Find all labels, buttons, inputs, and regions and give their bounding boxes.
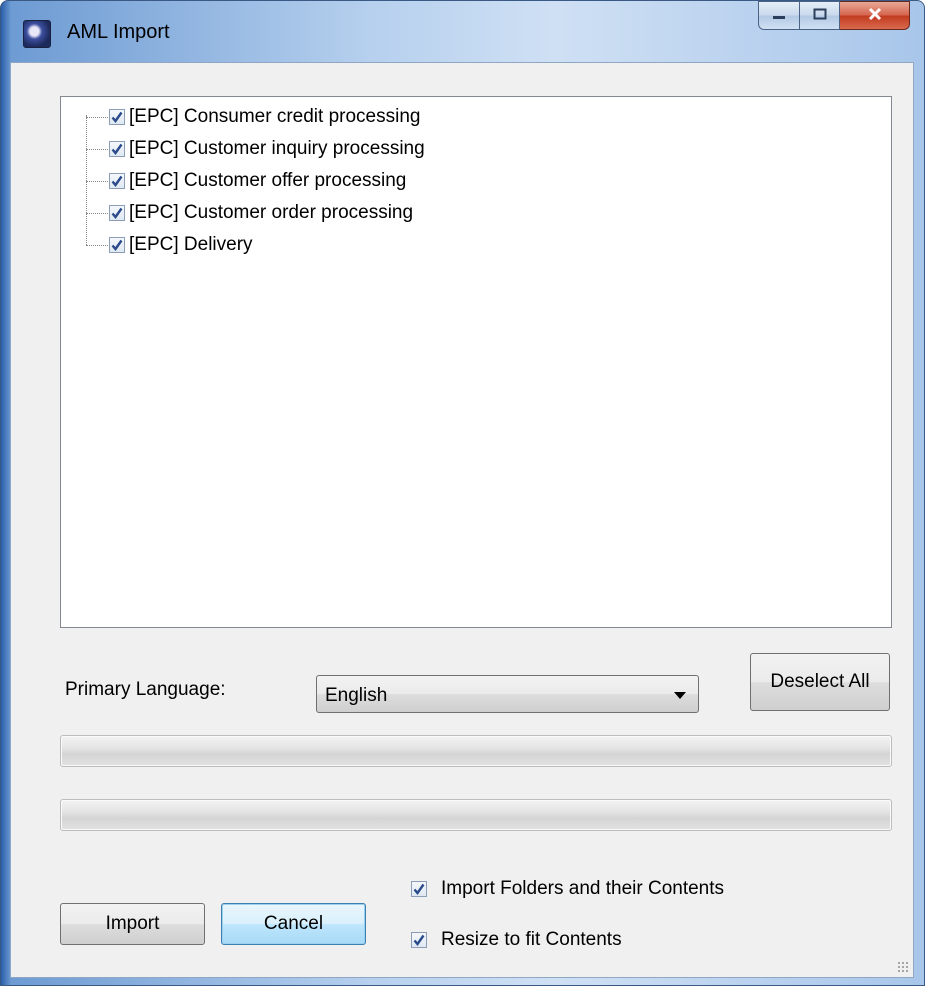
maximize-button[interactable] bbox=[800, 1, 840, 30]
resize-to-fit-option[interactable]: Resize to fit Contents bbox=[411, 929, 622, 951]
window-controls bbox=[758, 1, 910, 31]
chevron-down-icon[interactable] bbox=[674, 692, 686, 699]
checkmark-icon bbox=[413, 934, 425, 946]
cancel-button[interactable]: Cancel bbox=[221, 903, 366, 945]
checkmark-icon bbox=[111, 207, 123, 219]
checkmark-icon bbox=[111, 111, 123, 123]
progress-bar-primary bbox=[60, 735, 892, 767]
resize-to-fit-checkbox[interactable] bbox=[411, 932, 427, 948]
tree-item-label: [EPC] Delivery bbox=[129, 234, 253, 255]
minimize-icon bbox=[772, 8, 786, 24]
tree-connector bbox=[86, 245, 108, 246]
resize-to-fit-label: Resize to fit Contents bbox=[441, 929, 622, 950]
close-button[interactable] bbox=[840, 1, 910, 30]
resize-grip[interactable] bbox=[897, 961, 909, 973]
tree-connector bbox=[86, 213, 108, 214]
checkmark-icon bbox=[111, 175, 123, 187]
checkmark-icon bbox=[111, 143, 123, 155]
tree-item-checkbox[interactable] bbox=[109, 205, 125, 221]
progress-bar-secondary bbox=[60, 799, 892, 831]
import-folders-checkbox[interactable] bbox=[411, 881, 427, 897]
tree-item[interactable]: [EPC] Customer order processing bbox=[109, 197, 413, 229]
tree-item-checkbox[interactable] bbox=[109, 109, 125, 125]
deselect-all-button[interactable]: Deselect All bbox=[750, 653, 890, 711]
dialog-body: [EPC] Consumer credit processing [EPC] Cu… bbox=[10, 62, 914, 978]
import-folders-option[interactable]: Import Folders and their Contents bbox=[411, 878, 724, 900]
import-button[interactable]: Import bbox=[60, 903, 205, 945]
minimize-button[interactable] bbox=[758, 1, 800, 30]
import-folders-label: Import Folders and their Contents bbox=[441, 878, 725, 899]
tree-connector bbox=[86, 181, 108, 182]
tree-item-checkbox[interactable] bbox=[109, 173, 125, 189]
maximize-icon bbox=[813, 8, 827, 24]
primary-language-select[interactable]: English bbox=[316, 675, 699, 713]
tree-item-checkbox[interactable] bbox=[109, 141, 125, 157]
primary-language-label: Primary Language: bbox=[65, 679, 226, 700]
tree-item[interactable]: [EPC] Customer offer processing bbox=[109, 165, 406, 197]
tree-item[interactable]: [EPC] Consumer credit processing bbox=[109, 101, 420, 133]
tree-item[interactable]: [EPC] Delivery bbox=[109, 229, 253, 261]
checkmark-icon bbox=[413, 883, 425, 895]
tree-connector bbox=[86, 149, 108, 150]
tree-item[interactable]: [EPC] Customer inquiry processing bbox=[109, 133, 425, 165]
title-bar[interactable]: AML Import bbox=[1, 1, 924, 63]
tree-item-label: [EPC] Customer inquiry processing bbox=[129, 138, 425, 159]
primary-language-value: English bbox=[325, 685, 388, 706]
checkmark-icon bbox=[111, 239, 123, 251]
tree-item-label: [EPC] Customer order processing bbox=[129, 202, 414, 223]
tree-item-label: [EPC] Customer offer processing bbox=[129, 170, 407, 191]
tree-connector bbox=[86, 115, 87, 245]
tree-item-label: [EPC] Consumer credit processing bbox=[129, 106, 421, 127]
window-title: AML Import bbox=[67, 21, 170, 43]
close-icon bbox=[867, 6, 883, 26]
tree-item-checkbox[interactable] bbox=[109, 237, 125, 253]
app-icon[interactable] bbox=[23, 20, 51, 48]
aml-import-window: AML Import [EPC] Consumer credit process… bbox=[0, 0, 925, 986]
tree-connector bbox=[86, 117, 108, 118]
process-tree[interactable]: [EPC] Consumer credit processing [EPC] Cu… bbox=[60, 96, 892, 628]
